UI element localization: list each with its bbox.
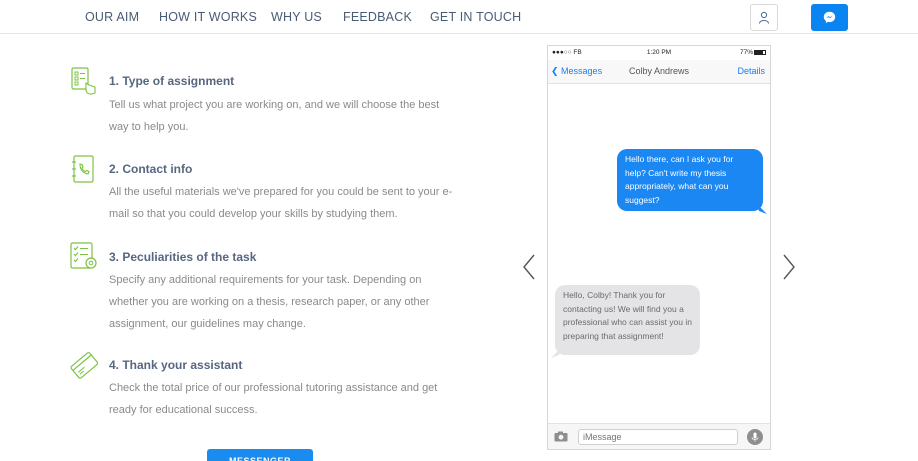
message-composer <box>548 423 770 449</box>
camera-icon[interactable] <box>554 431 568 442</box>
microphone-icon[interactable] <box>747 429 763 445</box>
top-navigation: OUR AIM HOW IT WORKS WHY US FEEDBACK GET… <box>0 0 918 34</box>
user-account-button[interactable] <box>750 4 778 31</box>
outgoing-bubble-tail <box>757 204 767 214</box>
step-1-description: Tell us what project you are working on,… <box>109 99 440 133</box>
battery-status: 77% <box>740 49 766 56</box>
step-4-description: Check the total price of our professiona… <box>109 382 438 416</box>
battery-percent: 77% <box>739 49 753 56</box>
checklist-gear-icon <box>70 242 97 269</box>
nav-link-feedback[interactable]: FEEDBACK <box>343 10 412 24</box>
status-time: 1:20 PM <box>646 49 672 56</box>
step-4-title: 4. Thank your assistant <box>109 358 243 372</box>
messenger-icon <box>823 11 836 23</box>
messenger-cta-button[interactable]: MESSENGER <box>207 449 313 461</box>
incoming-message-bubble: Hello, Colby! Thank you for contacting u… <box>555 285 700 355</box>
checklist-hand-icon <box>71 67 96 95</box>
incoming-bubble-tail <box>551 348 561 358</box>
messenger-button[interactable] <box>811 4 848 31</box>
phone-status-bar: ●●●○○ FB 1:20 PM 77% <box>548 46 770 60</box>
user-icon <box>759 11 769 24</box>
details-button[interactable]: Details <box>737 66 765 76</box>
nav-link-why-us[interactable]: WHY US <box>271 10 322 24</box>
step-3-description: Specify any additional requirements for … <box>109 274 430 330</box>
nav-link-get-in-touch[interactable]: GET IN TOUCH <box>430 10 521 24</box>
nav-link-how-it-works[interactable]: HOW IT WORKS <box>159 10 257 24</box>
chat-header: ❮ Messages Colby Andrews Details <box>548 60 770 84</box>
nav-link-our-aim[interactable]: OUR AIM <box>85 10 139 24</box>
phone-book-icon <box>72 155 94 183</box>
step-3-title: 3. Peculiarities of the task <box>109 250 257 264</box>
phone-chat-mockup: ●●●○○ FB 1:20 PM 77% ❮ Messages Colby An… <box>547 45 771 450</box>
credit-card-icon <box>70 352 99 379</box>
imessage-input[interactable] <box>578 429 738 445</box>
carousel-prev-arrow-icon[interactable] <box>519 252 539 282</box>
step-1-title: 1. Type of assignment <box>109 74 235 88</box>
outgoing-message-bubble: Hello there, can I ask you for help? Can… <box>617 149 763 211</box>
carousel-next-arrow-icon[interactable] <box>779 252 799 282</box>
step-2-description: All the useful materials we've prepared … <box>109 186 453 220</box>
battery-icon <box>754 49 766 55</box>
step-2-title: 2. Contact info <box>109 162 193 176</box>
